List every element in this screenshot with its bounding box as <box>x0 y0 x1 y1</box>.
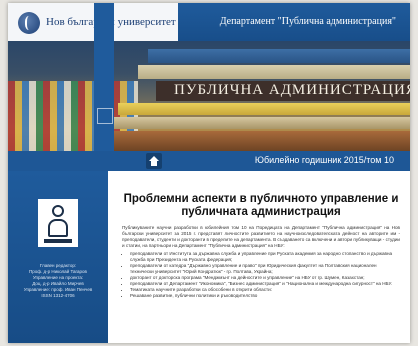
home-icon[interactable] <box>146 153 162 169</box>
screenshot-frame: Нов български университет Департамент "П… <box>8 3 410 343</box>
top-bar: Нов български университет Департамент "П… <box>8 3 410 41</box>
sub-navigation-bar: Юбилейно годишник 2015/том 10 <box>8 151 410 171</box>
department-link[interactable]: Департамент "Публична администрация" <box>220 16 396 27</box>
banner-title: ПУБЛИЧНА АДМИНИСТРАЦИЯ <box>174 82 410 98</box>
list-item: преподаватели от катедра "Държавно управ… <box>130 263 400 275</box>
university-logo[interactable]: Нов български университет <box>8 3 178 41</box>
book-spine <box>148 49 410 63</box>
issue-label: Юбилейно годишник 2015/том 10 <box>254 155 394 165</box>
book-spine <box>138 65 410 79</box>
book-spine <box>118 103 410 115</box>
list-item: Решаване развитие, публични политики и р… <box>130 293 400 299</box>
banner-image: ПУБЛИЧНА АДМИНИСТРАЦИЯ <box>8 41 410 151</box>
banner-title-plate: ПУБЛИЧНА АДМИНИСТРАЦИЯ <box>156 81 410 101</box>
article-headline: Проблемни аспекти в публичното управлени… <box>123 193 399 218</box>
figure-base <box>44 239 72 243</box>
sidebar-illustration <box>38 199 78 247</box>
header-pillar <box>94 3 114 153</box>
left-sidebar: Главен редактор: Проф. д-р Николай Тагар… <box>8 171 108 343</box>
book-spine <box>108 117 410 129</box>
main-content: Проблемни аспекти в публичното управлени… <box>108 171 410 343</box>
list-item: преподаватели от Института за държавна с… <box>130 251 400 263</box>
article-intro: Публикуваните научни разработки в юбилей… <box>122 225 400 248</box>
figure-head <box>52 205 64 217</box>
figure-body <box>48 219 68 237</box>
sidebar-info-line: ISSN 1312-4706 <box>41 293 75 298</box>
university-emblem-icon <box>18 12 40 34</box>
book-spine <box>104 131 410 151</box>
sidebar-info: Главен редактор: Проф. д-р Николай Тагар… <box>12 263 104 299</box>
article-bullets: преподаватели от Института за държавна с… <box>122 251 400 299</box>
